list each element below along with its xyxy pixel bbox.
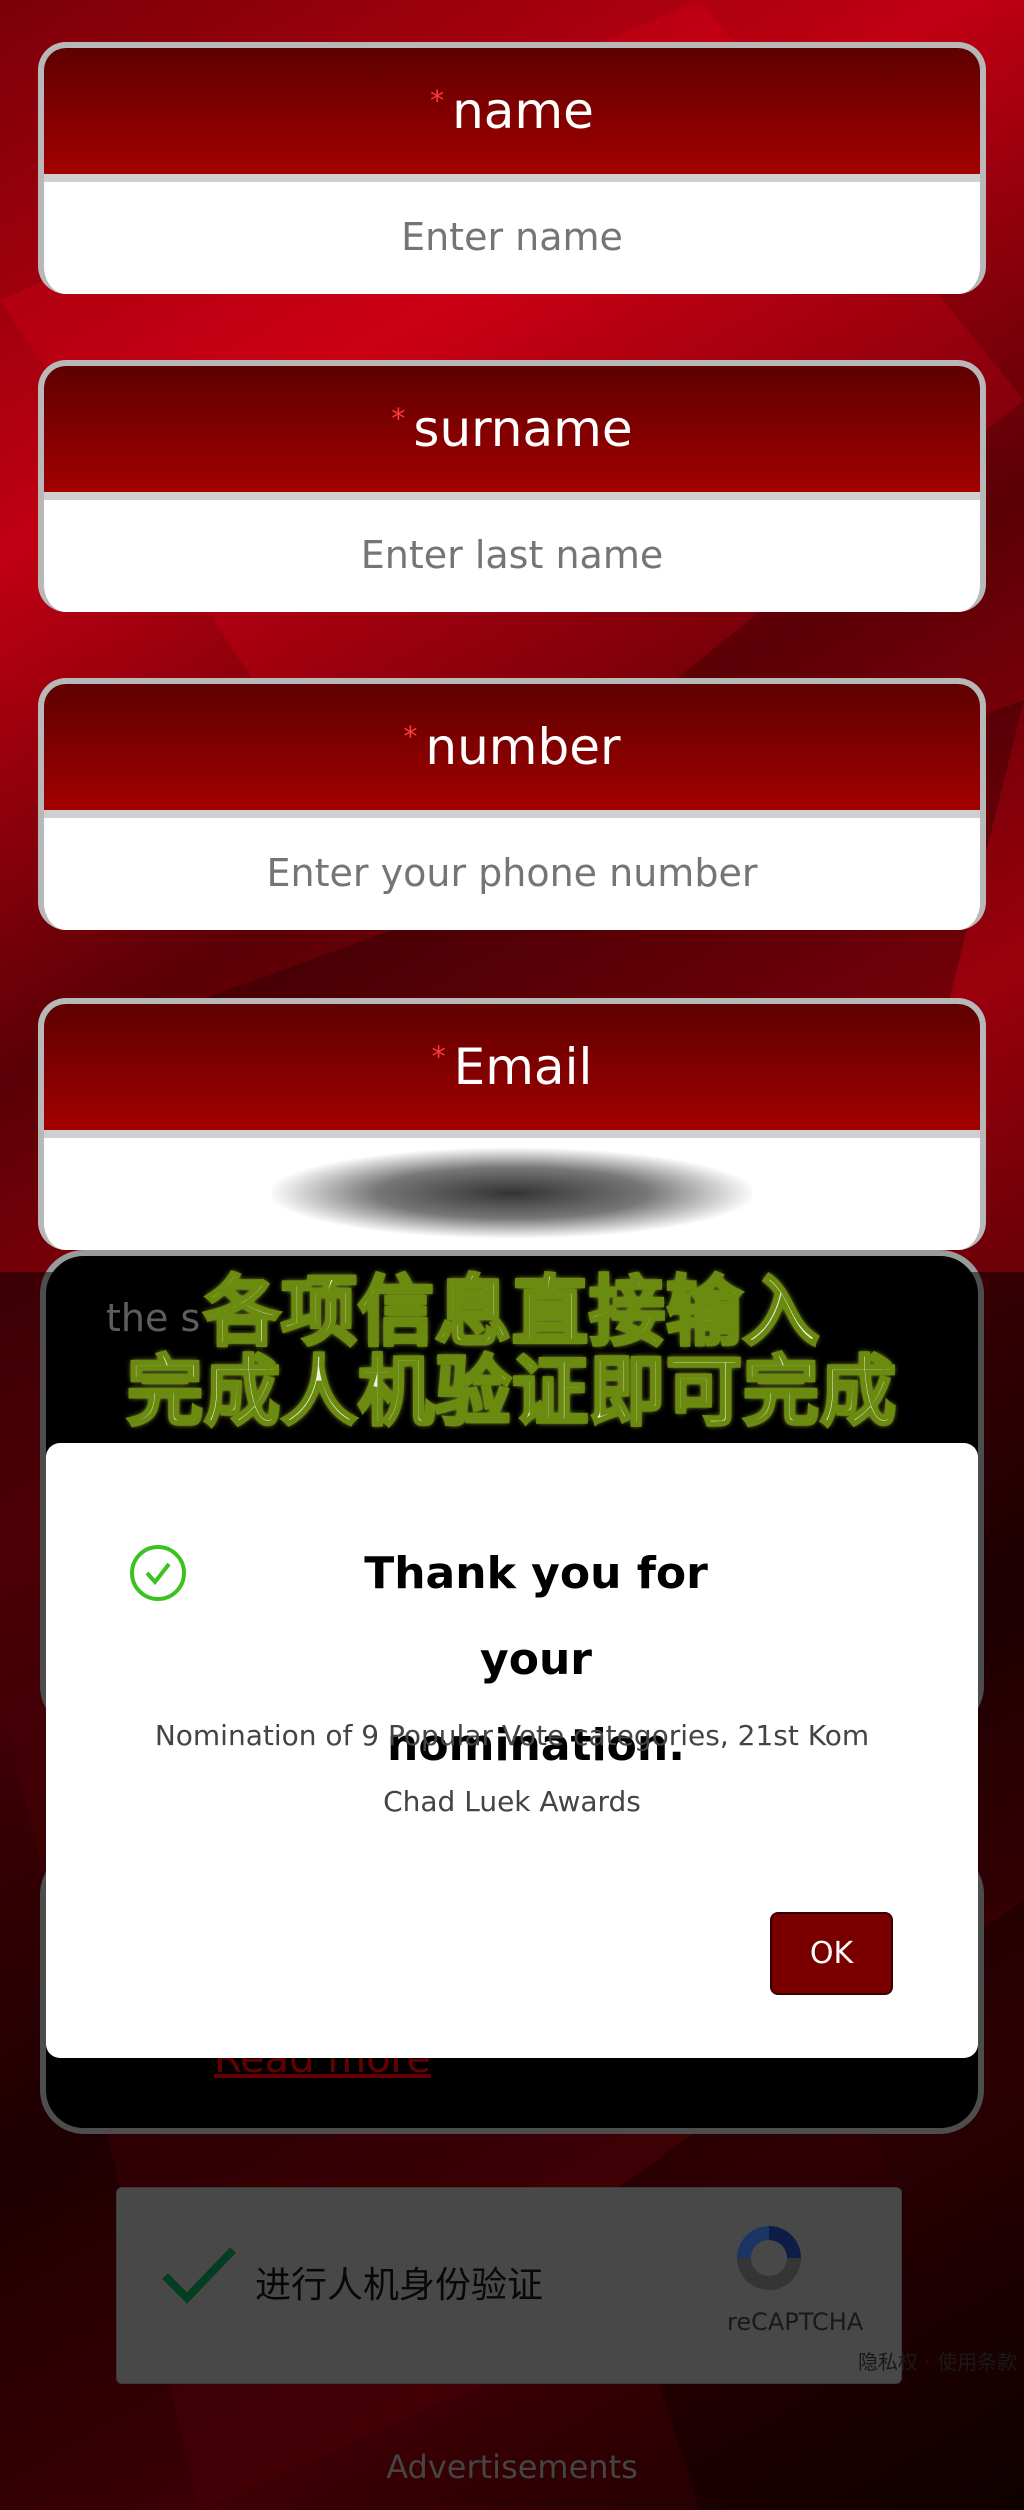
number-input[interactable] <box>44 818 980 928</box>
name-field: * name <box>38 42 986 294</box>
name-input[interactable] <box>44 182 980 292</box>
caption-line-2: 完成人机验证即可完成 <box>126 1346 898 1438</box>
check-circle-icon <box>130 1545 186 1601</box>
surname-label: * surname <box>44 366 980 500</box>
surname-field: * surname <box>38 360 986 612</box>
surname-input[interactable] <box>44 500 980 610</box>
email-label: * Email <box>44 1004 980 1138</box>
email-input[interactable] <box>44 1138 980 1248</box>
redaction-scribble <box>272 1148 752 1238</box>
email-field: * Email <box>38 998 986 1250</box>
success-dialog: Thank you for your nomination. Nominatio… <box>46 1443 978 2058</box>
name-label: * name <box>44 48 980 182</box>
number-label: * number <box>44 684 980 818</box>
dialog-message: Nomination of 9 Popular Vote categories,… <box>154 1719 870 1818</box>
ok-button[interactable]: OK <box>770 1912 893 1995</box>
number-field: * number <box>38 678 986 930</box>
